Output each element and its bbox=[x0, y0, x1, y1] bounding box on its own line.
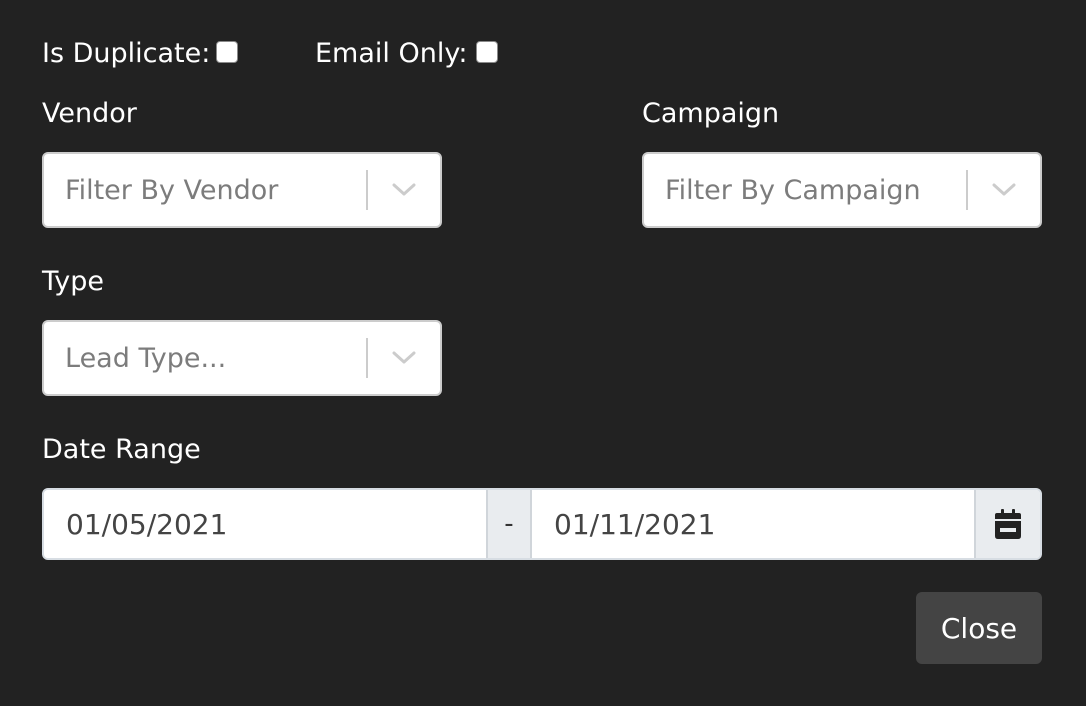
chevron-down-icon[interactable] bbox=[968, 154, 1040, 226]
vendor-placeholder: Filter By Vendor bbox=[65, 174, 279, 206]
chevron-down-icon[interactable] bbox=[368, 154, 440, 226]
date-range-separator: - bbox=[486, 490, 532, 558]
email-only-label: Email Only: bbox=[315, 38, 468, 69]
campaign-label: Campaign bbox=[642, 98, 780, 129]
vendor-label: Vendor bbox=[42, 98, 137, 129]
campaign-placeholder: Filter By Campaign bbox=[665, 174, 921, 206]
email-only-checkbox[interactable] bbox=[476, 41, 498, 63]
campaign-select[interactable]: Filter By Campaign bbox=[642, 152, 1042, 228]
chevron-down-icon[interactable] bbox=[368, 322, 440, 394]
calendar-icon[interactable] bbox=[974, 490, 1040, 558]
start-date-input[interactable]: 01/05/2021 bbox=[44, 490, 486, 558]
lead-type-placeholder: Lead Type... bbox=[65, 342, 227, 374]
end-date-input[interactable]: 01/11/2021 bbox=[532, 490, 974, 558]
vendor-select[interactable]: Filter By Vendor bbox=[42, 152, 442, 228]
date-range-label: Date Range bbox=[42, 434, 201, 465]
type-label: Type bbox=[42, 266, 105, 297]
lead-type-select[interactable]: Lead Type... bbox=[42, 320, 442, 396]
close-button[interactable]: Close bbox=[916, 592, 1042, 664]
date-range-group: 01/05/2021 - 01/11/2021 bbox=[42, 488, 1042, 560]
is-duplicate-label: Is Duplicate: bbox=[42, 38, 211, 69]
is-duplicate-checkbox[interactable] bbox=[216, 41, 238, 63]
